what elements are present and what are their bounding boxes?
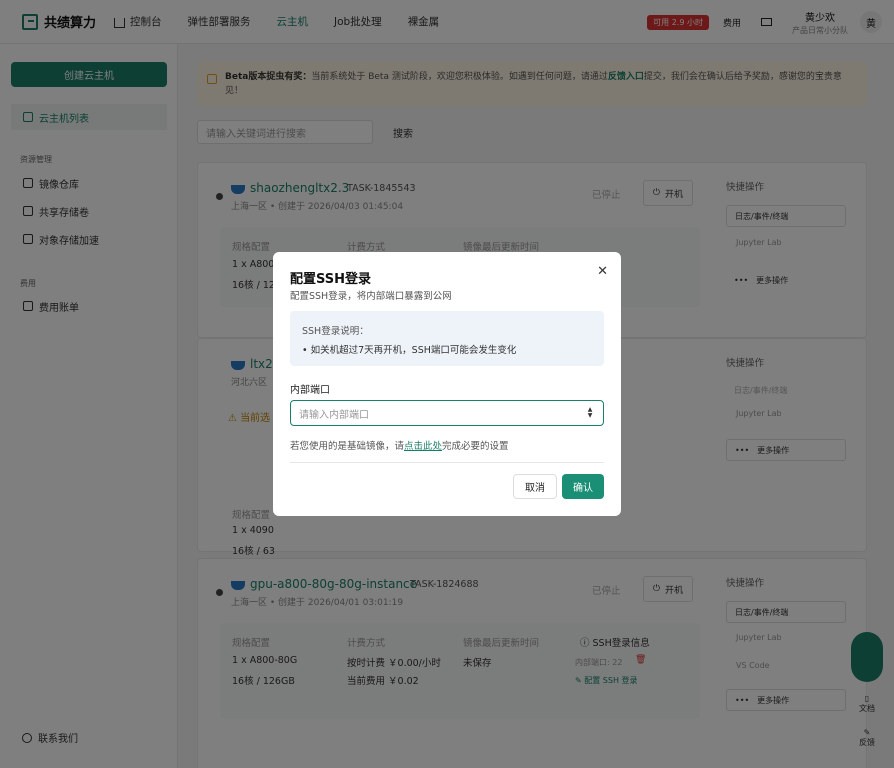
- divider: [290, 462, 604, 463]
- modal-title: 配置SSH登录: [290, 272, 372, 287]
- close-icon[interactable]: ✕: [597, 264, 608, 279]
- info-bullet: • 如关机超过7天再开机，SSH端口可能会发生变化: [302, 345, 517, 356]
- click-here-link[interactable]: 点击此处: [404, 441, 442, 452]
- port-label: 内部端口: [290, 385, 330, 396]
- modal-subtitle: 配置SSH登录，将内部端口暴露到公网: [290, 291, 452, 302]
- confirm-button[interactable]: 确认: [562, 474, 604, 499]
- ssh-config-modal: 配置SSH登录 ✕ 配置SSH登录，将内部端口暴露到公网 SSH登录说明： • …: [273, 252, 621, 516]
- port-input[interactable]: 请输入内部端口 ▲ ▼: [290, 400, 604, 426]
- ssh-info-box: SSH登录说明： • 如关机超过7天再开机，SSH端口可能会发生变化: [290, 311, 604, 366]
- number-stepper[interactable]: ▲ ▼: [586, 407, 594, 419]
- info-title: SSH登录说明：: [302, 326, 369, 337]
- cancel-button[interactable]: 取消: [513, 474, 557, 499]
- setup-note: 若您使用的是基础镜像，请点击此处完成必要的设置: [290, 441, 509, 452]
